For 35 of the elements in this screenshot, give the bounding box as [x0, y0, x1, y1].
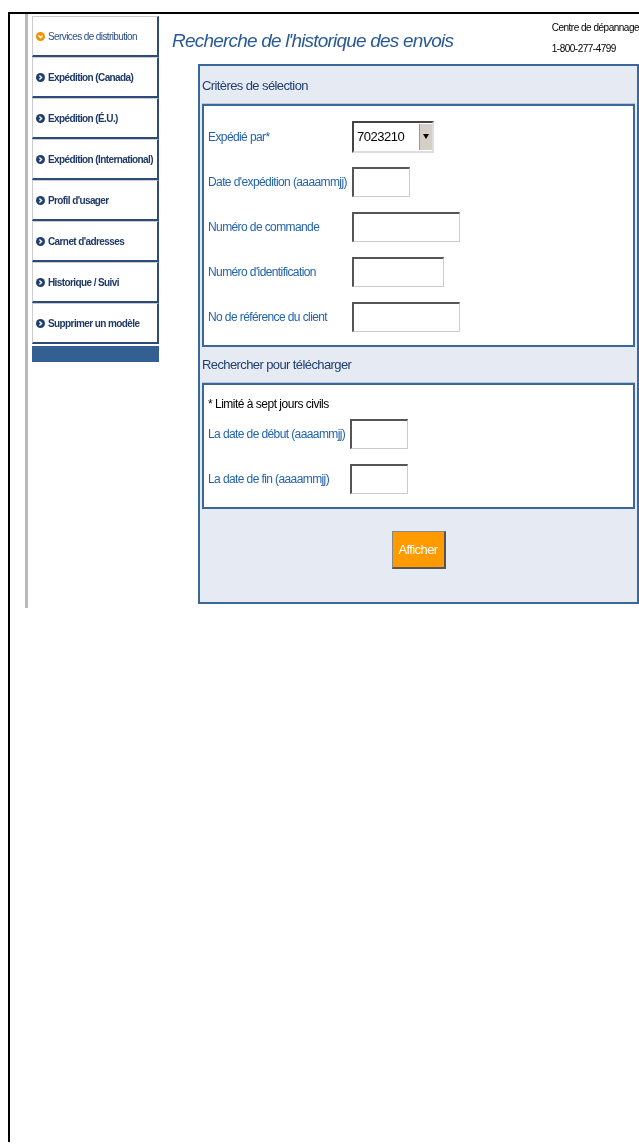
chevron-icon: [36, 31, 45, 41]
sidebar-item[interactable]: Historique / Suivi: [32, 262, 159, 303]
input-field[interactable]: [352, 211, 460, 242]
help-label: Centre de dépannage: [551, 21, 639, 35]
page-title: Recherche de l'historique des envois: [172, 30, 454, 53]
input-field[interactable]: [352, 166, 410, 197]
chevron-icon: [36, 277, 45, 287]
input-field[interactable]: [352, 301, 460, 332]
field-label: Numéro d'identification: [208, 264, 317, 279]
input-field[interactable]: [350, 463, 408, 494]
note-text: * Limité à sept jours civils: [208, 397, 330, 411]
chevron-icon: [36, 113, 45, 123]
chevron-icon: [36, 72, 45, 82]
sidebar-item[interactable]: Supprimer un modèle: [32, 303, 159, 344]
chevron-icon: [36, 236, 45, 246]
field-label: La date de fin (aaaammjj): [208, 471, 331, 486]
sidebar-item[interactable]: Carnet d'adresses: [32, 221, 159, 262]
input-field[interactable]: [352, 256, 444, 287]
sidebar-item[interactable]: Profil d'usager: [32, 180, 159, 221]
field-label: Numéro de commande: [208, 219, 321, 234]
field-label: Date d'expédition (aaaammjj): [208, 174, 348, 189]
field-label: Expédié par*: [208, 129, 271, 144]
sidebar-item[interactable]: Services de distribution: [32, 16, 159, 57]
chevron-icon: [36, 154, 45, 164]
sidebar-item[interactable]: Expédition (International): [32, 139, 159, 180]
chevron-icon: [36, 195, 45, 205]
sidebar-item[interactable]: Expédition (É.U.): [32, 98, 159, 139]
caret-icon: [423, 134, 429, 139]
dropdown[interactable]: 7023210: [352, 120, 434, 153]
field-label: La date de début (aaaammjj): [208, 426, 347, 441]
chevron-icon: [36, 318, 45, 328]
help-phone: 1-800-277-4799: [551, 42, 617, 56]
input-field[interactable]: [350, 418, 408, 449]
field-label: No de référence du client: [208, 309, 329, 324]
sidebar-item[interactable]: Expédition (Canada): [32, 57, 159, 98]
